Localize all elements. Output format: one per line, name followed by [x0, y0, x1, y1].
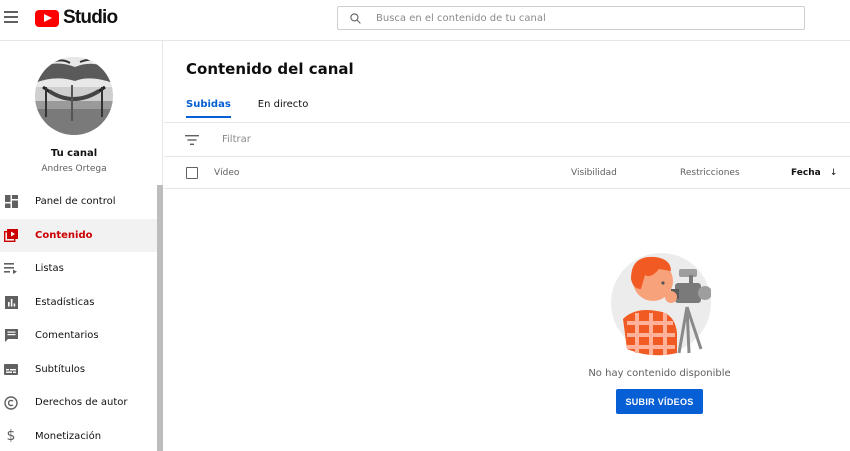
sidebar-item-label: Derechos de autor	[35, 397, 128, 409]
sidebar-item-label: Contenido	[35, 229, 93, 241]
tabs-divider	[164, 122, 850, 123]
sidebar-item-label: Monetización	[35, 430, 102, 442]
page-title: Contenido del canal	[186, 60, 354, 78]
sidebar-nav: Panel de control Contenido Listas Estadí…	[0, 185, 157, 451]
sidebar-item-label: Listas	[35, 263, 64, 275]
upload-videos-button[interactable]: SUBIR VÍDEOS	[616, 389, 703, 414]
column-date-sort[interactable]: Fecha ↓	[791, 168, 837, 178]
logo-text: Studio	[63, 7, 118, 28]
subtitles-icon	[4, 362, 18, 376]
channel-avatar[interactable]	[35, 57, 113, 135]
sidebar-item-content[interactable]: Contenido	[0, 218, 157, 252]
sidebar-item-monetization[interactable]: $ Monetización	[0, 420, 157, 451]
sidebar-item-label: Comentarios	[35, 330, 99, 342]
playlist-icon	[4, 262, 18, 276]
youtube-play-icon	[35, 9, 59, 27]
filter-icon[interactable]	[185, 135, 199, 145]
empty-state-message: No hay contenido disponible	[164, 368, 850, 379]
sidebar-scrollbar[interactable]	[157, 185, 163, 451]
channel-owner: Andres Ortega	[41, 164, 107, 174]
filter-input[interactable]: Filtrar	[222, 134, 251, 145]
main-content: Contenido del canal Subidas En directo F…	[164, 41, 850, 451]
arrow-down-icon: ↓	[829, 168, 838, 178]
table-header: Vídeo Visibilidad Restricciones Fecha ↓	[164, 157, 850, 189]
tab-uploads[interactable]: Subidas	[186, 99, 231, 118]
sidebar-item-dashboard[interactable]: Panel de control	[0, 185, 157, 219]
sidebar-item-copyright[interactable]: Derechos de autor	[0, 386, 157, 420]
empty-state-text: No hay contenido disponible	[588, 368, 731, 379]
tab-live[interactable]: En directo	[258, 99, 309, 118]
dashboard-icon	[4, 195, 18, 209]
dollar-icon: $	[6, 428, 16, 445]
column-restrictions: Restricciones	[680, 168, 740, 178]
sidebar-item-playlists[interactable]: Listas	[0, 252, 157, 286]
content-tabs: Subidas En directo	[186, 99, 335, 118]
comments-icon	[4, 329, 18, 343]
top-bar: Studio Busca en el contenido de tu canal	[0, 0, 850, 41]
studio-logo[interactable]: Studio	[35, 7, 118, 29]
search-bar[interactable]: Busca en el contenido de tu canal	[337, 6, 805, 30]
sidebar: Tu canal Andres Ortega Panel de control …	[0, 41, 163, 451]
column-date-label: Fecha	[791, 168, 821, 178]
camera-operator-illustration	[611, 253, 711, 356]
select-all-checkbox[interactable]	[186, 167, 198, 179]
sidebar-item-label: Panel de control	[35, 196, 116, 208]
sidebar-item-analytics[interactable]: Estadísticas	[0, 286, 157, 320]
copyright-icon	[4, 396, 18, 410]
column-visibility: Visibilidad	[571, 168, 617, 178]
sidebar-item-label: Subtítulos	[35, 363, 86, 375]
analytics-icon	[4, 295, 18, 309]
sidebar-item-comments[interactable]: Comentarios	[0, 319, 157, 353]
sidebar-item-label: Estadísticas	[35, 296, 95, 308]
channel-name: Tu canal	[50, 148, 98, 159]
search-icon	[350, 13, 361, 24]
menu-icon[interactable]	[4, 11, 18, 23]
content-icon	[4, 228, 18, 242]
sidebar-item-subtitles[interactable]: Subtítulos	[0, 353, 157, 387]
search-input[interactable]: Busca en el contenido de tu canal	[376, 13, 546, 24]
column-video: Vídeo	[214, 168, 240, 178]
